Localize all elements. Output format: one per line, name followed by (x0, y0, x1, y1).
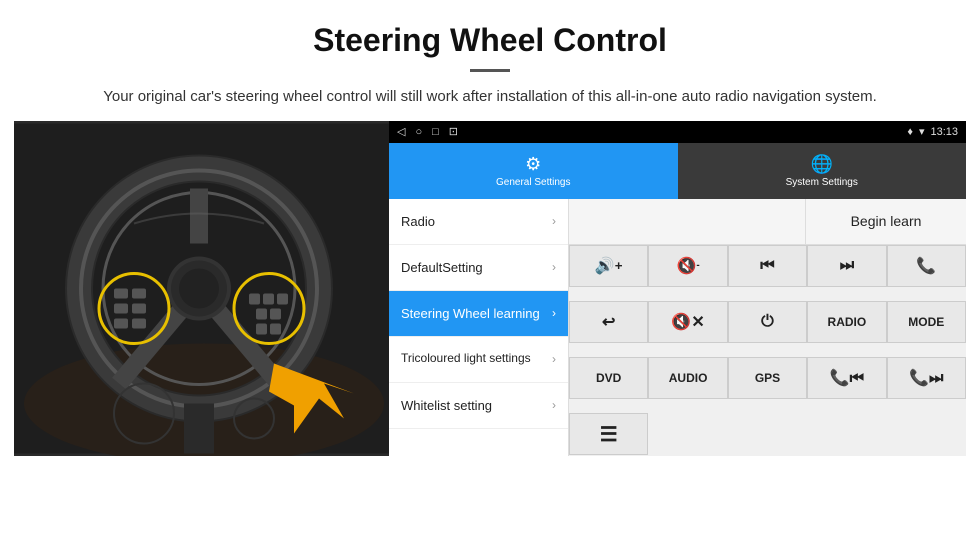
power-button[interactable]: ⏻ (728, 301, 807, 343)
tel-next-button[interactable]: 📞⏭ (887, 357, 966, 399)
main-content: ◁ ○ □ ⊡ ♦ ▾ 13:13 ⚙ General Settings 🌐 S… (0, 121, 980, 456)
page-description: Your original car's steering wheel contr… (40, 86, 940, 109)
clock: 13:13 (930, 126, 958, 138)
signal-icon: ♦ (907, 126, 913, 138)
next-track-button[interactable]: ⏭ (807, 245, 886, 287)
menu-item-tricoloured[interactable]: Tricoloured light settings › (389, 337, 568, 383)
button-grid-row2: ↩ 🔇✕ ⏻ RADIO MODE (569, 301, 966, 357)
status-bar-left: ◁ ○ □ ⊡ (397, 125, 458, 138)
android-panel: ◁ ○ □ ⊡ ♦ ▾ 13:13 ⚙ General Settings 🌐 S… (389, 121, 966, 456)
tab-bar: ⚙ General Settings 🌐 System Settings (389, 143, 966, 199)
gps-button[interactable]: GPS (728, 357, 807, 399)
general-settings-label: General Settings (496, 177, 571, 188)
home-nav-icon[interactable]: ○ (415, 126, 422, 138)
button-grid-row1: 🔊+ 🔇- ⏮ ⏭ 📞 (569, 245, 966, 301)
chevron-icon: › (552, 214, 556, 228)
menu-item-default[interactable]: DefaultSetting › (389, 245, 568, 291)
chevron-icon: › (552, 352, 556, 366)
controls-top-row: Begin learn (569, 199, 966, 245)
status-bar-right: ♦ ▾ 13:13 (907, 125, 958, 138)
dvd-button[interactable]: DVD (569, 357, 648, 399)
radio-button[interactable]: RADIO (807, 301, 886, 343)
tab-general-settings[interactable]: ⚙ General Settings (389, 143, 678, 199)
general-settings-icon: ⚙ (525, 154, 541, 175)
content-area: Radio › DefaultSetting › Steering Wheel … (389, 199, 966, 456)
chevron-icon: › (552, 398, 556, 412)
wifi-icon: ▾ (919, 125, 925, 138)
steering-wheel-image (14, 121, 389, 456)
menu-list: Radio › DefaultSetting › Steering Wheel … (389, 199, 569, 456)
prev-track-button[interactable]: ⏮ (728, 245, 807, 287)
mode-button[interactable]: MODE (887, 301, 966, 343)
title-divider (470, 69, 510, 72)
menu-item-steering[interactable]: Steering Wheel learning › (389, 291, 568, 337)
chevron-icon: › (552, 260, 556, 274)
vol-down-button[interactable]: 🔇- (648, 245, 727, 287)
recent-nav-icon[interactable]: □ (432, 126, 439, 138)
status-bar: ◁ ○ □ ⊡ ♦ ▾ 13:13 (389, 121, 966, 143)
empty-space (569, 199, 806, 244)
button-grid-row4: ☰ (569, 413, 966, 455)
vol-up-button[interactable]: 🔊+ (569, 245, 648, 287)
phone-answer-button[interactable]: 📞 (887, 245, 966, 287)
system-settings-icon: 🌐 (811, 154, 833, 175)
tab-system-settings[interactable]: 🌐 System Settings (678, 143, 967, 199)
mute-button[interactable]: 🔇✕ (648, 301, 727, 343)
chevron-icon: › (552, 306, 556, 320)
begin-learn-button[interactable]: Begin learn (806, 199, 966, 245)
screenshot-icon[interactable]: ⊡ (449, 125, 458, 138)
controls-panel: Begin learn 🔊+ 🔇- ⏮ ⏭ 📞 ↩ 🔇✕ ⏻ RADIO MOD (569, 199, 966, 456)
back-nav-icon[interactable]: ◁ (397, 125, 405, 138)
menu-item-whitelist[interactable]: Whitelist setting › (389, 383, 568, 429)
audio-button[interactable]: AUDIO (648, 357, 727, 399)
page-header: Steering Wheel Control Your original car… (0, 0, 980, 121)
menu-item-radio[interactable]: Radio › (389, 199, 568, 245)
tel-prev-button[interactable]: 📞⏮ (807, 357, 886, 399)
system-settings-label: System Settings (786, 177, 858, 188)
hang-up-button[interactable]: ↩ (569, 301, 648, 343)
list-button[interactable]: ☰ (569, 413, 648, 455)
page-title: Steering Wheel Control (40, 22, 940, 59)
button-grid-row3: DVD AUDIO GPS 📞⏮ 📞⏭ (569, 357, 966, 413)
